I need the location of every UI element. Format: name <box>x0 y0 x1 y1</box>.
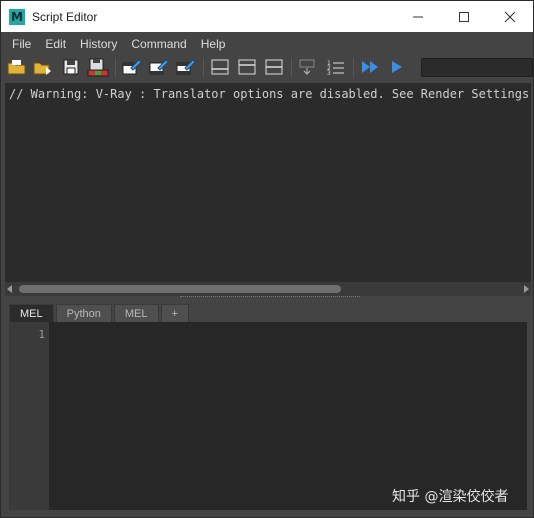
show-history-button[interactable] <box>209 57 231 77</box>
menu-history[interactable]: History <box>73 34 124 54</box>
clear-history-button[interactable] <box>121 57 143 77</box>
toolbar-separator <box>353 58 354 77</box>
source-script-icon <box>33 62 51 75</box>
open-script-button[interactable] <box>6 57 28 77</box>
history-pane[interactable]: // Warning: V-Ray : Translator options a… <box>5 83 531 282</box>
show-both-button[interactable] <box>263 57 285 77</box>
save-script-icon <box>63 59 79 75</box>
menu-command[interactable]: Command <box>124 34 193 54</box>
clear-all-button[interactable] <box>175 57 197 77</box>
clear-all-icon <box>176 59 196 75</box>
close-button[interactable] <box>487 1 533 32</box>
script-editor-window: M Script Editor File Edit History Comman… <box>0 0 534 518</box>
show-both-icon <box>265 59 283 75</box>
save-script-button[interactable] <box>60 57 82 77</box>
line-number: 1 <box>38 328 45 341</box>
add-tab-button[interactable]: + <box>160 304 189 323</box>
show-line-numbers-icon: 123 <box>327 60 344 76</box>
close-icon <box>504 11 516 22</box>
history-horizontal-scrollbar[interactable] <box>5 282 531 296</box>
quick-help-field[interactable] <box>421 58 533 77</box>
maximize-icon <box>459 11 469 22</box>
watermark-text: 知乎 @渲染佼佼者 <box>392 489 509 505</box>
tab-mel-2[interactable]: MEL <box>113 304 159 323</box>
window-title: Script Editor <box>32 9 98 24</box>
echo-commands-button[interactable] <box>297 57 319 77</box>
window-controls <box>395 1 533 32</box>
toolbar-separator <box>203 58 204 77</box>
show-input-button[interactable] <box>236 57 258 77</box>
scroll-right-arrow-icon[interactable] <box>524 285 529 293</box>
pane-splitter[interactable] <box>5 296 531 302</box>
toolbar: 123 <box>1 54 533 81</box>
menu-help[interactable]: Help <box>194 34 233 54</box>
script-tabs: MEL Python MEL + <box>9 304 191 323</box>
open-script-icon <box>7 60 26 75</box>
line-number-gutter: 1 <box>9 322 49 510</box>
splitter-grip[interactable] <box>180 296 360 298</box>
svg-text:3: 3 <box>327 70 331 76</box>
maximize-button[interactable] <box>441 1 487 32</box>
source-script-button[interactable] <box>32 57 54 77</box>
clear-history-icon <box>122 59 142 75</box>
menu-edit[interactable]: Edit <box>38 34 73 54</box>
scrollbar-thumb[interactable] <box>19 285 341 293</box>
script-input-editor[interactable] <box>49 322 527 510</box>
title-bar[interactable]: M Script Editor <box>1 1 533 32</box>
clear-input-icon <box>149 59 169 75</box>
minimize-button[interactable] <box>395 1 441 32</box>
history-line: // Warning: V-Ray : Translator options a… <box>9 87 531 101</box>
scroll-left-arrow-icon[interactable] <box>7 285 12 293</box>
save-to-shelf-button[interactable] <box>87 57 109 77</box>
toolbar-separator <box>291 58 292 77</box>
menu-bar: File Edit History Command Help <box>1 34 533 54</box>
show-input-only-icon <box>238 59 256 75</box>
execute-icon <box>392 61 402 73</box>
echo-all-commands-icon <box>299 59 315 75</box>
tab-mel[interactable]: MEL <box>9 304 54 323</box>
maya-logo-icon: M <box>9 8 25 25</box>
menu-file[interactable]: File <box>5 34 38 54</box>
minimize-icon <box>413 16 423 17</box>
show-history-only-icon <box>211 59 229 75</box>
execute-all-button[interactable] <box>359 57 381 77</box>
execute-all-icon <box>362 61 378 73</box>
execute-button[interactable] <box>386 57 408 77</box>
clear-input-button[interactable] <box>148 57 170 77</box>
tab-python[interactable]: Python <box>55 304 112 323</box>
save-script-to-shelf-icon <box>87 58 109 77</box>
input-pane: 1 <box>9 322 527 510</box>
toolbar-separator <box>115 58 116 77</box>
line-numbers-button[interactable]: 123 <box>325 57 347 77</box>
